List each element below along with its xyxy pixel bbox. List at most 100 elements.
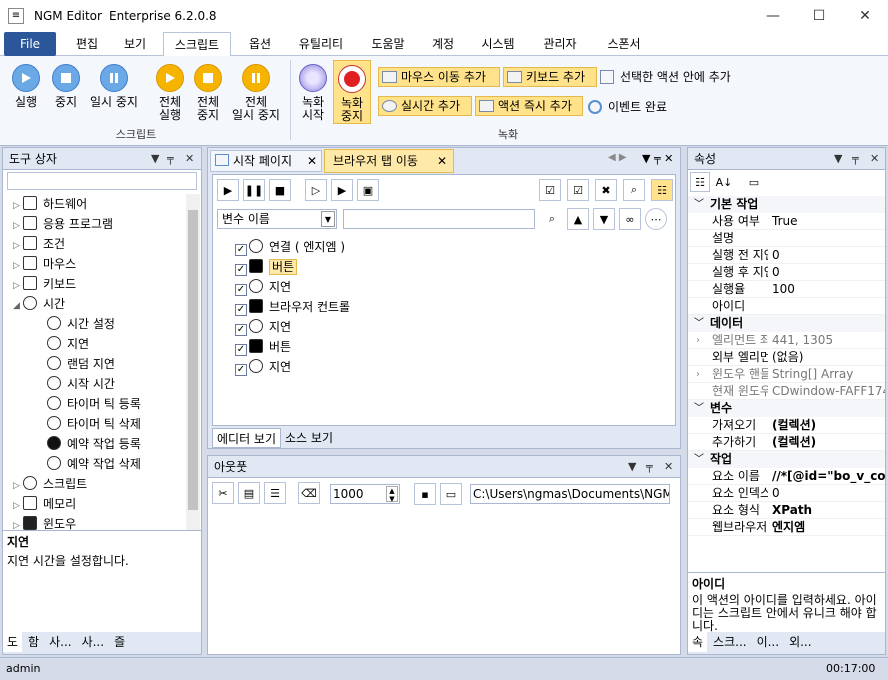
menu-account[interactable]: 계정 — [422, 32, 464, 56]
system-menu-icon[interactable]: ≡ — [8, 8, 24, 24]
property-value[interactable]: //*[@id="bo_v_co — [772, 468, 885, 484]
stop-all-button[interactable]: 전체 중지 — [188, 64, 228, 122]
tab-images[interactable]: 이... — [753, 632, 783, 652]
categorized-icon[interactable]: ☷ — [690, 172, 710, 192]
output-log-area[interactable] — [208, 510, 680, 654]
pause-button[interactable]: 일시 중지 — [86, 64, 142, 109]
property-row[interactable]: 실행 전 지연 0 — [688, 247, 885, 264]
menu-utility[interactable]: 유틸리티 — [290, 32, 352, 56]
collapse-icon[interactable]: ﹀ — [694, 400, 704, 417]
menu-view[interactable]: 보기 — [114, 32, 156, 56]
tab-functions[interactable]: 함 — [24, 632, 43, 652]
property-category[interactable]: ﹀ 기본 작업 — [688, 196, 885, 213]
expand-icon[interactable]: › — [696, 332, 700, 348]
property-row[interactable]: 요소 형식 XPath — [688, 502, 885, 519]
broom-icon[interactable]: ✂ — [212, 482, 234, 504]
variable-select[interactable]: 변수 이름 ▼ — [217, 209, 337, 229]
pin-icon[interactable]: ╤ — [852, 148, 859, 170]
property-row[interactable]: 외부 엘리먼트 (없음) — [688, 349, 885, 366]
tab-editor-view[interactable]: 에디터 보기 — [212, 428, 282, 448]
tab-source-view[interactable]: 소스 보기 — [281, 428, 337, 448]
property-row[interactable]: › 윈도우 핸들 String[] Array — [688, 366, 885, 383]
property-row[interactable]: 설명 — [688, 230, 885, 247]
step-into-icon[interactable]: ▶ — [331, 179, 353, 201]
close-icon[interactable]: ✕ — [664, 456, 673, 478]
tab-user[interactable]: 사... — [45, 632, 75, 652]
property-value[interactable]: 0 — [772, 485, 780, 501]
menu-sponsor[interactable]: 스폰서 — [596, 32, 652, 56]
tree-item-random-delay[interactable]: 랜덤 지연 — [3, 354, 186, 374]
checkbox[interactable]: ✓ — [235, 324, 247, 336]
action-delay-2[interactable]: ✓ 지연 — [235, 317, 350, 337]
tab-toolbox[interactable]: 도 — [3, 632, 23, 652]
play-icon[interactable]: ▶ — [217, 179, 239, 201]
checkbox[interactable]: ✓ — [235, 344, 247, 356]
maximize-icon[interactable]: ☐ — [796, 0, 842, 32]
collapse-icon[interactable]: ﹀ — [694, 196, 704, 213]
add-mouse-move-button[interactable]: 마우스 이동 추가 — [378, 67, 500, 87]
property-value[interactable]: 엔지엠 — [772, 519, 805, 535]
stop-button[interactable]: 중지 — [46, 64, 86, 109]
tree-item-memory[interactable]: ▷ 메모리 — [3, 494, 186, 514]
action-connect[interactable]: ✓ 연결 ( 엔지엠 ) — [235, 237, 350, 257]
pin-icon[interactable]: ╤ — [167, 148, 174, 170]
tab-properties[interactable]: 속 — [688, 632, 708, 652]
menu-system[interactable]: 시스템 — [472, 32, 524, 56]
checkbox[interactable]: ✓ — [235, 244, 247, 256]
property-value[interactable]: (컬렉션) — [772, 434, 816, 450]
tab-dropdown-icon[interactable]: ▼ ╤ ✕ — [642, 152, 673, 165]
property-row[interactable]: 추가하기 (컬렉션) — [688, 434, 885, 451]
dropdown-icon[interactable]: ▼ — [834, 148, 842, 170]
tree-item-timer-remove[interactable]: 타이머 틱 삭제 — [3, 414, 186, 434]
property-value[interactable]: String[] Array — [772, 366, 853, 382]
property-value[interactable]: 0 — [772, 247, 780, 263]
tab-external[interactable]: 외... — [785, 632, 815, 652]
property-row[interactable]: 실행율 100 — [688, 281, 885, 298]
property-value[interactable]: True — [772, 213, 798, 229]
menu-admin[interactable]: 관리자 — [532, 32, 588, 56]
property-value[interactable]: 0 — [772, 264, 780, 280]
action-browser-control[interactable]: ✓ 브라우저 컨트롤 — [235, 297, 350, 317]
tree-item-application[interactable]: ▷ 응용 프로그램 — [3, 214, 186, 234]
pin-icon[interactable]: ╤ — [646, 456, 653, 478]
checkbox[interactable]: ✓ — [235, 284, 247, 296]
tree-item-time[interactable]: ◢ 시간 — [3, 294, 186, 314]
record-stop-button[interactable]: 녹화 중지 — [333, 60, 371, 124]
delete-icon[interactable]: ✖ — [595, 179, 617, 201]
arrow-up-icon[interactable]: ▲ — [567, 208, 589, 230]
tab-browser-move[interactable]: 브라우저 탭 이동 ✕ — [324, 149, 454, 173]
tab-scroll-icons[interactable]: ◀ ▶ — [608, 152, 627, 163]
menu-file[interactable]: File — [4, 32, 56, 56]
property-value[interactable]: (컬렉션) — [772, 417, 816, 433]
tab-script[interactable]: 스크... — [709, 632, 751, 652]
log-count-stepper[interactable]: 1000 ▲ ▼ — [330, 484, 400, 504]
add-real-time-button[interactable]: 실시간 추가 — [378, 96, 472, 116]
close-icon[interactable]: ✕ — [870, 148, 879, 170]
property-pages-icon[interactable]: ▭ — [744, 172, 764, 192]
run-button[interactable]: 실행 — [6, 64, 46, 109]
checkbox[interactable]: ✓ — [235, 264, 247, 276]
spin-icon[interactable]: ▲ ▼ — [386, 486, 398, 503]
infinity-icon[interactable]: ∞ — [619, 208, 641, 230]
save-icon[interactable]: ▪ — [414, 483, 436, 505]
toolbox-scrollbar[interactable] — [186, 194, 200, 530]
property-row[interactable]: 요소 이름 //*[@id="bo_v_co — [688, 468, 885, 485]
check-icon[interactable]: ☑ — [567, 179, 589, 201]
toolbox-search-input[interactable] — [7, 172, 197, 190]
folder-icon[interactable]: ▭ — [440, 483, 462, 505]
minimize-icon[interactable]: — — [750, 0, 796, 32]
action-delay-3[interactable]: ✓ 지연 — [235, 357, 350, 377]
stop-icon[interactable]: ■ — [269, 179, 291, 201]
pause-all-button[interactable]: 전체 일시 중지 — [228, 64, 284, 122]
tree-item-schedule-remove[interactable]: 예약 작업 삭제 — [3, 454, 186, 474]
event-done-button[interactable]: 이벤트 완료 — [588, 98, 667, 115]
sort-az-icon[interactable]: A↓ — [714, 172, 734, 192]
step-over-icon[interactable]: ▣ — [357, 179, 379, 201]
close-icon[interactable]: ✕ — [185, 148, 194, 170]
tree-item-start-time[interactable]: 시작 시간 — [3, 374, 186, 394]
pause-icon[interactable]: ❚❚ — [243, 179, 265, 201]
search-icon[interactable]: ⌕ — [541, 208, 563, 230]
record-start-button[interactable]: 녹화 시작 — [296, 64, 330, 122]
property-row[interactable]: 웹브라우저 엔지엠 — [688, 519, 885, 536]
menu-options[interactable]: 옵션 — [238, 32, 282, 56]
